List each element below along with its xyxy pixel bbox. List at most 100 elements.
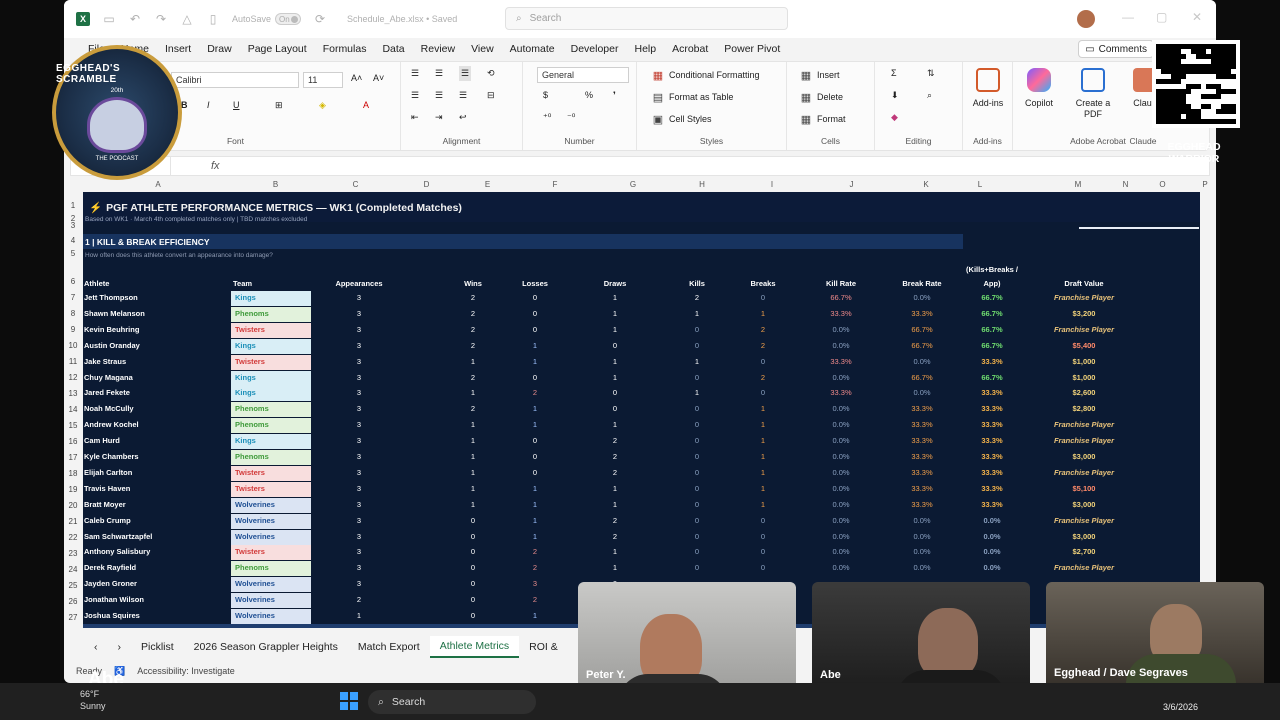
athlete-name-cell[interactable]: Jonathan Wilson	[84, 595, 144, 604]
kills-cell[interactable]: 0	[659, 452, 735, 461]
athlete-name-cell[interactable]: Jayden Groner	[84, 579, 137, 588]
appearances-cell[interactable]: 3	[317, 547, 401, 556]
row-header[interactable]: 25	[64, 578, 82, 594]
draft-value-cell[interactable]: $3,000	[1039, 532, 1129, 541]
column-header[interactable]: L	[960, 180, 1000, 192]
team-cell[interactable]: Kings	[233, 386, 256, 400]
kb-per-app-cell[interactable]: 33.3%	[951, 420, 1033, 429]
break-rate-cell[interactable]: 0.0%	[883, 357, 961, 366]
kills-cell[interactable]: 0	[659, 563, 735, 572]
team-cell[interactable]: Twisters	[233, 482, 265, 496]
appearances-cell[interactable]: 3	[317, 436, 401, 445]
row-header[interactable]: 3	[64, 218, 82, 234]
sheet-tab-roi[interactable]: ROI &	[519, 636, 568, 658]
draft-value-cell[interactable]: $3,000	[1039, 500, 1129, 509]
team-cell[interactable]: Kings	[233, 291, 256, 305]
font-color-icon[interactable]: A	[363, 100, 369, 110]
kills-cell[interactable]: 0	[659, 341, 735, 350]
break-rate-cell[interactable]: 33.3%	[883, 484, 961, 493]
tab-insert[interactable]: Insert	[157, 38, 199, 60]
team-cell[interactable]: Phenoms	[233, 561, 269, 575]
break-rate-cell[interactable]: 0.0%	[883, 532, 961, 541]
breaks-cell[interactable]: 2	[725, 325, 801, 334]
tab-review[interactable]: Review	[413, 38, 463, 60]
breaks-cell[interactable]: 1	[725, 500, 801, 509]
appearances-cell[interactable]: 3	[317, 516, 401, 525]
kb-per-app-cell[interactable]: 33.3%	[951, 388, 1033, 397]
tab-power-pivot[interactable]: Power Pivot	[716, 38, 788, 60]
row-header[interactable]: 24	[64, 562, 82, 578]
format-cells-button[interactable]: ▦ Format	[799, 112, 846, 126]
break-rate-cell[interactable]: 33.3%	[883, 309, 961, 318]
draft-value-cell[interactable]: Franchise Player	[1039, 516, 1129, 525]
align-center-icon[interactable]: ☰	[435, 90, 443, 101]
team-cell[interactable]: Phenoms	[233, 307, 269, 321]
row-header[interactable]: 22	[64, 530, 82, 546]
fill-icon[interactable]: ⬇	[891, 90, 899, 101]
losses-cell[interactable]: 0	[497, 436, 573, 445]
percent-icon[interactable]: %	[585, 90, 593, 100]
taskbar-search[interactable]: ⌕ Search	[368, 690, 536, 714]
kills-cell[interactable]: 2	[659, 293, 735, 302]
kill-rate-cell[interactable]: 33.3%	[803, 388, 879, 397]
sheet-tab-picklist[interactable]: Picklist	[131, 636, 184, 658]
row-header[interactable]: 6	[64, 274, 82, 290]
cell-styles-button[interactable]: ▣ Cell Styles	[651, 112, 712, 126]
kill-rate-cell[interactable]: 0.0%	[803, 341, 879, 350]
maximize-icon[interactable]: ▢	[1156, 10, 1167, 24]
column-header[interactable]: N	[1113, 180, 1138, 192]
kill-rate-cell[interactable]: 0.0%	[803, 532, 879, 541]
kill-rate-cell[interactable]: 0.0%	[803, 563, 879, 572]
losses-cell[interactable]: 0	[497, 325, 573, 334]
font-size-select[interactable]: 11	[303, 72, 343, 88]
losses-cell[interactable]: 0	[497, 468, 573, 477]
row-header[interactable]: 26	[64, 594, 82, 610]
break-rate-cell[interactable]: 66.7%	[883, 325, 961, 334]
draws-cell[interactable]: 2	[577, 436, 653, 445]
tab-help[interactable]: Help	[626, 38, 664, 60]
draft-value-cell[interactable]: $2,800	[1039, 404, 1129, 413]
kill-rate-cell[interactable]: 0.0%	[803, 516, 879, 525]
losses-cell[interactable]: 2	[497, 563, 573, 572]
kill-rate-cell[interactable]: 0.0%	[803, 436, 879, 445]
team-cell[interactable]: Phenoms	[233, 450, 269, 464]
column-header[interactable]: P	[1187, 180, 1216, 192]
increase-decimal-icon[interactable]: ⁺⁰	[543, 112, 551, 123]
tab-page-layout[interactable]: Page Layout	[240, 38, 315, 60]
kills-cell[interactable]: 1	[659, 309, 735, 318]
format-painter-icon[interactable]: △	[180, 12, 194, 26]
draft-value-cell[interactable]: $1,000	[1039, 373, 1129, 382]
draws-cell[interactable]: 0	[577, 341, 653, 350]
underline-icon[interactable]: U	[233, 100, 240, 110]
appearances-cell[interactable]: 3	[317, 325, 401, 334]
kb-per-app-cell[interactable]: 66.7%	[951, 325, 1033, 334]
kills-cell[interactable]: 0	[659, 325, 735, 334]
draft-value-cell[interactable]: Franchise Player	[1039, 420, 1129, 429]
appearances-cell[interactable]: 3	[317, 388, 401, 397]
kb-per-app-cell[interactable]: 66.7%	[951, 309, 1033, 318]
minimize-icon[interactable]: —	[1122, 10, 1134, 24]
team-cell[interactable]: Kings	[233, 339, 256, 353]
row-header[interactable]: 15	[64, 418, 82, 434]
kb-per-app-cell[interactable]: 0.0%	[951, 547, 1033, 556]
align-middle-icon[interactable]: ☰	[435, 68, 443, 79]
wrap-icon[interactable]: ↩	[459, 112, 467, 123]
break-rate-cell[interactable]: 33.3%	[883, 420, 961, 429]
athlete-name-cell[interactable]: Cam Hurd	[84, 436, 120, 445]
breaks-cell[interactable]: 0	[725, 357, 801, 366]
merge-icon[interactable]: ⊟	[487, 90, 495, 101]
row-header[interactable]: 12	[64, 370, 82, 386]
draws-cell[interactable]: 1	[577, 325, 653, 334]
losses-cell[interactable]: 2	[497, 547, 573, 556]
avatar[interactable]	[1077, 10, 1095, 28]
athlete-name-cell[interactable]: Kevin Beuhring	[84, 325, 139, 334]
breaks-cell[interactable]: 2	[725, 373, 801, 382]
column-header[interactable]: C	[318, 180, 393, 192]
kills-cell[interactable]: 0	[659, 516, 735, 525]
tab-view[interactable]: View	[463, 38, 502, 60]
break-rate-cell[interactable]: 33.3%	[883, 404, 961, 413]
kills-cell[interactable]: 0	[659, 532, 735, 541]
draws-cell[interactable]: 1	[577, 357, 653, 366]
kb-per-app-cell[interactable]: 33.3%	[951, 404, 1033, 413]
kb-per-app-cell[interactable]: 0.0%	[951, 532, 1033, 541]
